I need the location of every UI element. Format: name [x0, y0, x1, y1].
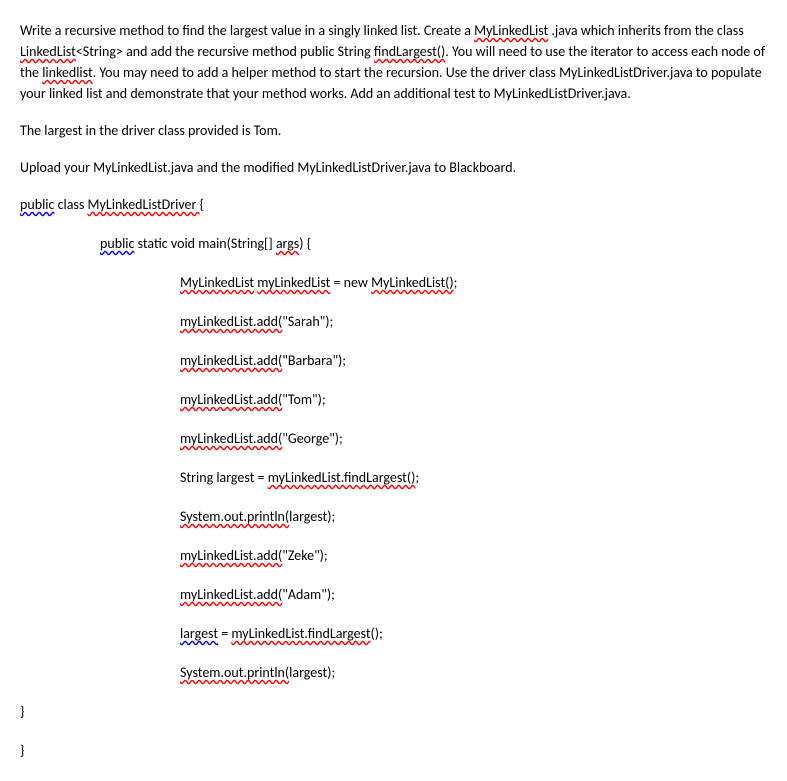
code-line: public static void main(String[] args) {: [20, 233, 767, 254]
code-line: System.out.println(largest);: [20, 506, 767, 527]
spell-error: findLargest(): [374, 43, 445, 60]
code-line: myLinkedList.add("Adam");: [20, 584, 767, 605]
code-block: public class MyLinkedListDriver { public…: [20, 194, 767, 761]
code-line: }: [20, 740, 767, 761]
code-line: public class MyLinkedListDriver {: [20, 194, 767, 215]
code-line: MyLinkedList myLinkedList = new MyLinked…: [20, 272, 767, 293]
code-line: largest = myLinkedList.findLargest();: [20, 623, 767, 644]
spell-error: MyLinkedList: [474, 22, 548, 39]
code-line: System.out.println(largest);: [20, 662, 767, 683]
code-line: myLinkedList.add("Barbara");: [20, 350, 767, 371]
paragraph-answer-hint: The largest in the driver class provided…: [20, 120, 767, 141]
code-line: myLinkedList.add("Sarah");: [20, 311, 767, 332]
code-line: myLinkedList.add("George");: [20, 428, 767, 449]
paragraph-instructions: Write a recursive method to find the lar…: [20, 20, 767, 104]
code-line: myLinkedList.add("Tom");: [20, 389, 767, 410]
paragraph-upload: Upload your MyLinkedList.java and the mo…: [20, 157, 767, 178]
code-line: myLinkedList.add("Zeke");: [20, 545, 767, 566]
code-line: }: [20, 701, 767, 722]
spell-error: linkedlist: [42, 64, 92, 81]
spell-error: LinkedList: [20, 43, 76, 60]
code-line: String largest = myLinkedList.findLarges…: [20, 467, 767, 488]
